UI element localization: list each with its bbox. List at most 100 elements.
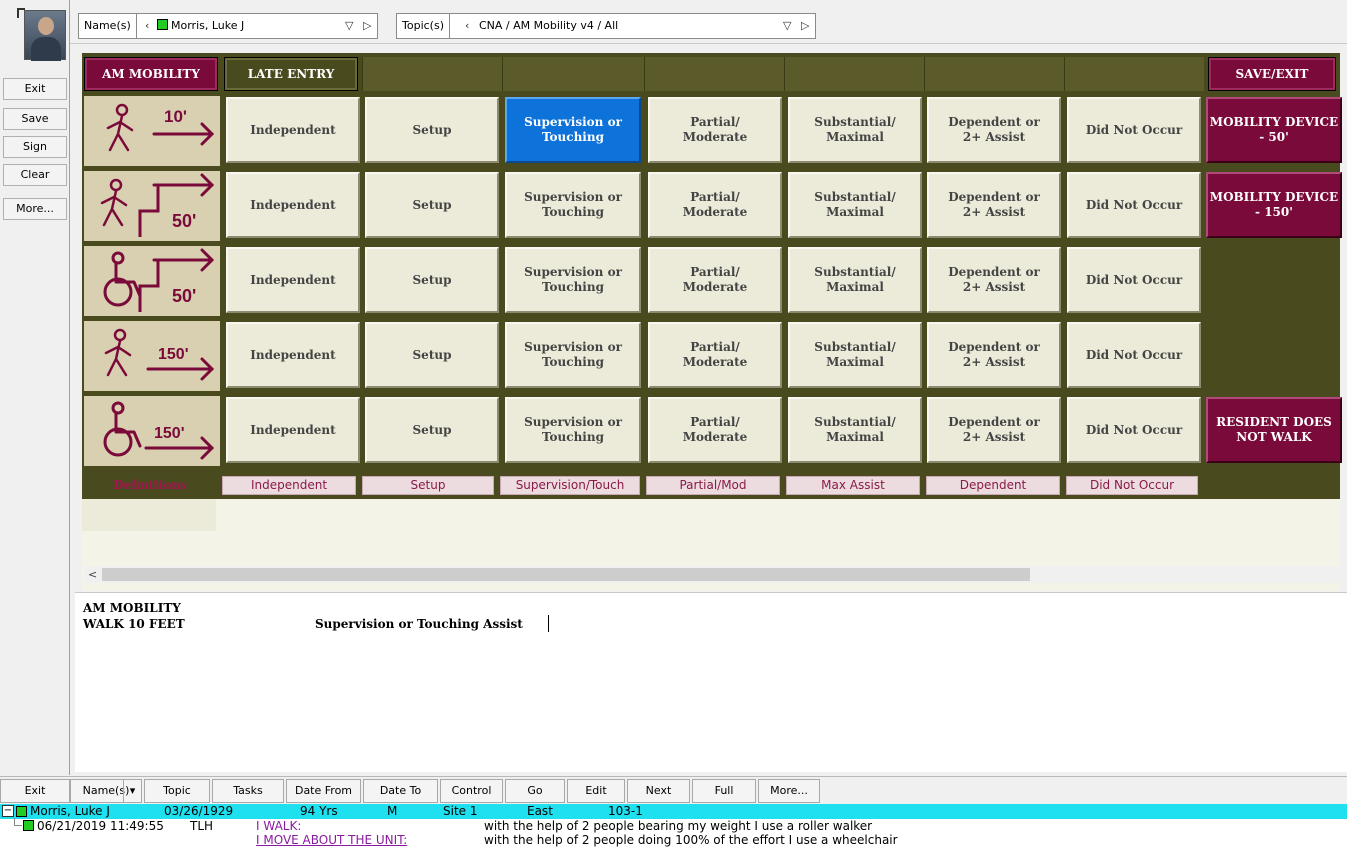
dropdown-icon[interactable]: ▾ [123, 780, 141, 802]
definitions-label: Definitions [82, 474, 218, 496]
clear-button[interactable]: Clear [3, 164, 67, 186]
am-mobility-button[interactable]: AM MOBILITY [84, 57, 218, 91]
option-button[interactable]: Partial/Moderate [648, 97, 782, 163]
option-button[interactable]: Substantial/Maximal [788, 172, 922, 238]
side-action-button[interactable]: RESIDENT DOES NOT WALK [1206, 397, 1342, 463]
option-button[interactable]: Did Not Occur [1067, 397, 1201, 463]
wheelchair-50ft-icon: 50' [84, 246, 220, 316]
option-button[interactable]: Independent [226, 97, 360, 163]
note-item: WALK 10 FEET [83, 617, 185, 631]
left-panel: Exit Save Sign Clear More... [0, 0, 70, 775]
option-button[interactable]: Dependent or 2+ Assist [927, 247, 1061, 313]
topic-dropdown-icon[interactable]: ▽ [783, 14, 791, 38]
sign-button[interactable]: Sign [3, 136, 67, 158]
scroll-left-icon[interactable]: < [88, 566, 97, 583]
horizontal-scrollbar[interactable]: < [84, 566, 1340, 583]
option-button[interactable]: Did Not Occur [1067, 97, 1201, 163]
next-topic-icon[interactable]: ▷ [801, 14, 809, 38]
option-button[interactable]: Supervision or Touching [505, 397, 641, 463]
dropdown-icon[interactable]: ▽ [345, 14, 353, 38]
next-name-icon[interactable]: ▷ [363, 14, 371, 38]
option-button[interactable]: Setup [365, 172, 499, 238]
option-button[interactable]: Substantial/Maximal [788, 322, 922, 388]
definition-link[interactable]: Supervision/Touch [500, 476, 640, 495]
entry-time: 06/21/2019 11:49:55 [37, 819, 164, 833]
patient-row[interactable]: − Morris, Luke J 03/26/1929 94 Yrs M Sit… [0, 804, 1347, 819]
wheelchair-150ft-icon: 150' [84, 396, 220, 466]
option-button[interactable]: Supervision or Touching [505, 247, 641, 313]
option-button[interactable]: Did Not Occur [1067, 322, 1201, 388]
option-button[interactable]: Independent [226, 322, 360, 388]
status-square-icon [23, 820, 34, 831]
option-button[interactable]: Partial/Moderate [648, 322, 782, 388]
save-button[interactable]: Save [3, 108, 67, 130]
side-action-button[interactable]: MOBILITY DEVICE - 50' [1206, 97, 1342, 163]
walk-10ft-icon: 10' [84, 96, 220, 166]
option-button[interactable]: Supervision or Touching [505, 322, 641, 388]
option-button[interactable]: Setup [365, 397, 499, 463]
header-cell [924, 57, 1064, 91]
definition-link[interactable]: Max Assist [786, 476, 920, 495]
scrollbar-thumb[interactable] [102, 568, 1030, 581]
patient-dob: 03/26/1929 [164, 804, 234, 818]
note-area[interactable]: AM MOBILITY WALK 10 FEET Supervision or … [75, 592, 1347, 772]
option-button[interactable]: Setup [365, 247, 499, 313]
toolbar-button[interactable]: Control [440, 779, 503, 803]
exit-button[interactable]: Exit [3, 78, 67, 100]
topics-selector[interactable]: Topic(s) ‹ CNA / AM Mobility v4 / All ▽ … [396, 13, 816, 39]
option-button[interactable]: Substantial/Maximal [788, 247, 922, 313]
side-action-button[interactable]: MOBILITY DEVICE - 150' [1206, 172, 1342, 238]
option-button[interactable]: Independent [226, 397, 360, 463]
option-button[interactable]: Setup [365, 97, 499, 163]
toolbar-button[interactable]: Go [505, 779, 565, 803]
option-button[interactable]: Independent [226, 247, 360, 313]
names-selector[interactable]: Name(s) ‹ Morris, Luke J ▽ ▷ [78, 13, 378, 39]
prev-topic-icon[interactable]: ‹ [465, 14, 469, 38]
toolbar-button[interactable]: Date To [363, 779, 438, 803]
option-button[interactable]: Partial/Moderate [648, 397, 782, 463]
toolbar-button[interactable]: Date From [286, 779, 361, 803]
more-button[interactable]: More... [3, 198, 67, 220]
option-button[interactable]: Supervision or Touching [505, 172, 641, 238]
definition-link[interactable]: Partial/Mod [646, 476, 780, 495]
patient-site: Site 1 [443, 804, 478, 818]
patient-unit: East [527, 804, 553, 818]
patient-panel: − Morris, Luke J 03/26/1929 94 Yrs M Sit… [0, 804, 1347, 865]
option-button[interactable]: Independent [226, 172, 360, 238]
option-button[interactable]: Dependent or 2+ Assist [927, 97, 1061, 163]
toolbar-button[interactable]: Topic [144, 779, 210, 803]
option-button[interactable]: Dependent or 2+ Assist [927, 397, 1061, 463]
toolbar-button[interactable]: Exit [0, 779, 70, 803]
option-button[interactable]: Substantial/Maximal [788, 397, 922, 463]
definition-link[interactable]: Dependent [926, 476, 1060, 495]
option-button[interactable]: Partial/Moderate [648, 247, 782, 313]
definition-link[interactable]: Did Not Occur [1066, 476, 1198, 495]
names-toolbar-button[interactable]: Name(s) ▾ [70, 779, 142, 803]
option-button[interactable]: Dependent or 2+ Assist [927, 322, 1061, 388]
text-caret [548, 615, 549, 632]
definition-link[interactable]: Independent [222, 476, 356, 495]
header-cell [1064, 57, 1204, 91]
toolbar-button[interactable]: Next [627, 779, 690, 803]
toolbar-button[interactable]: More... [758, 779, 820, 803]
toolbar-button[interactable]: Full [692, 779, 756, 803]
definition-link[interactable]: Setup [362, 476, 494, 495]
option-button[interactable]: Partial/Moderate [648, 172, 782, 238]
walk-150ft-icon: 150' [84, 321, 220, 391]
option-button[interactable]: Did Not Occur [1067, 247, 1201, 313]
late-entry-button[interactable]: LATE ENTRY [224, 57, 358, 91]
option-button[interactable]: Substantial/Maximal [788, 97, 922, 163]
toolbar-button[interactable]: Tasks [212, 779, 284, 803]
option-button[interactable]: Did Not Occur [1067, 172, 1201, 238]
option-button[interactable]: Dependent or 2+ Assist [927, 172, 1061, 238]
move-about-label[interactable]: I MOVE ABOUT THE UNIT: [256, 833, 466, 847]
note-title: AM MOBILITY [83, 601, 181, 615]
walk-label: I WALK: [256, 819, 302, 833]
toolbar-button[interactable]: Edit [567, 779, 625, 803]
option-button[interactable]: Setup [365, 322, 499, 388]
collapse-icon[interactable]: − [2, 805, 14, 817]
save-exit-button[interactable]: SAVE/EXIT [1208, 57, 1336, 91]
names-value-text: Morris, Luke J [171, 19, 245, 32]
option-button[interactable]: Supervision or Touching [505, 97, 641, 163]
prev-name-icon[interactable]: ‹ [145, 14, 149, 38]
